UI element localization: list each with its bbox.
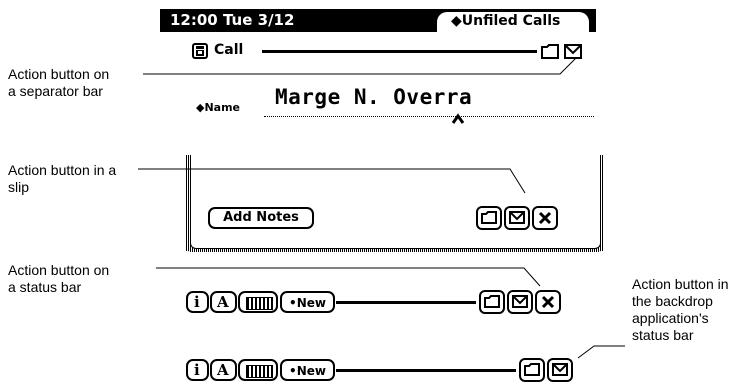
folder-icon[interactable] — [479, 290, 505, 314]
info-button[interactable]: i — [186, 291, 209, 313]
folder-icon[interactable] — [519, 358, 545, 382]
callout-line: Action button in — [632, 276, 729, 292]
new-label: •New — [289, 364, 326, 378]
name-field[interactable]: ◆Name Marge N. Overra — [196, 85, 596, 125]
callout-line: slip — [8, 179, 30, 195]
font-icon: A — [217, 293, 229, 311]
callout-slip: Action button in a slip — [8, 162, 158, 196]
envelope-icon[interactable] — [507, 290, 533, 314]
folder-icon[interactable] — [476, 206, 502, 230]
status-bar: i A •New — [186, 289, 606, 315]
new-label: •New — [289, 296, 326, 310]
backdrop-status-bar: i A •New — [186, 357, 606, 383]
new-button[interactable]: •New — [280, 359, 335, 381]
callout-line: Action button in a — [8, 162, 117, 178]
name-label: ◆Name — [196, 101, 241, 114]
folder-tab[interactable]: ◆Unfiled Calls — [437, 12, 589, 34]
add-notes-button[interactable]: Add Notes — [208, 207, 314, 229]
header-bar: 12:00 Tue 3/12 ◆Unfiled Calls — [160, 9, 596, 34]
envelope-icon[interactable] — [564, 44, 582, 59]
font-button[interactable]: A — [210, 359, 237, 381]
callout-line: a separator bar — [8, 83, 103, 99]
keyboard-icon — [246, 297, 273, 310]
envelope-icon[interactable] — [547, 358, 573, 382]
slip: Add Notes — [186, 155, 603, 255]
new-button[interactable]: •New — [280, 291, 335, 313]
font-icon: A — [217, 361, 229, 379]
close-icon[interactable] — [535, 290, 561, 314]
callout-line: a status bar — [8, 279, 82, 295]
close-icon[interactable] — [532, 206, 558, 230]
folder-tab-label: ◆Unfiled Calls — [451, 13, 561, 29]
callout-line: status bar — [632, 327, 694, 343]
keyboard-button[interactable] — [238, 291, 278, 313]
envelope-icon[interactable] — [504, 206, 530, 230]
folder-icon[interactable] — [541, 44, 559, 59]
add-notes-label: Add Notes — [223, 210, 299, 225]
separator-bar: Call — [192, 42, 602, 62]
font-button[interactable]: A — [210, 291, 237, 313]
callout-separator-bar: Action button on a separator bar — [8, 66, 158, 100]
phone-icon — [192, 43, 208, 59]
callout-line: the backdrop — [632, 293, 713, 309]
callout-line: Action button on — [8, 262, 110, 278]
callout-line: Action button on — [8, 66, 110, 82]
time-date[interactable]: 12:00 Tue 3/12 — [170, 11, 294, 29]
keyboard-button[interactable] — [238, 359, 278, 381]
info-button[interactable]: i — [186, 359, 209, 381]
keyboard-icon — [246, 365, 273, 378]
name-value: Marge N. Overra — [275, 85, 473, 109]
separator-label: Call — [214, 42, 244, 58]
info-icon: i — [194, 293, 200, 311]
info-icon: i — [194, 361, 200, 379]
callout-line: application's — [632, 310, 709, 326]
callout-backdrop: Action button in the backdrop applicatio… — [632, 276, 752, 344]
callout-status-bar: Action button on a status bar — [8, 262, 158, 296]
